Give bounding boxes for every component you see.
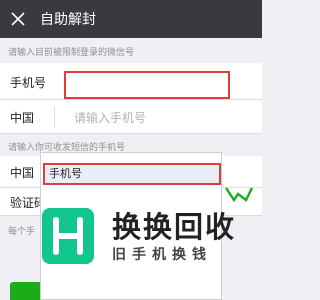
phone-row: 中国 请输入手机号 [0, 100, 262, 134]
page-title: 自助解封 [40, 12, 96, 28]
watermark-brand: 换换回收 [112, 210, 237, 244]
brand-logo-icon [42, 208, 94, 264]
submit-button[interactable] [10, 282, 40, 300]
sms-country-selector[interactable]: 中国 [10, 164, 34, 181]
side-badge-icon [224, 186, 254, 205]
close-icon [11, 12, 25, 26]
account-input[interactable] [64, 71, 230, 99]
sms-note: 每个手 [8, 227, 36, 237]
phone-input[interactable]: 请输入手机号 [74, 109, 146, 126]
account-label: 手机号 [10, 76, 47, 90]
section1-hint: 请输入目前被限制登录的微信号 [8, 48, 135, 58]
popup-field[interactable]: 手机号 [43, 163, 221, 185]
country-selector[interactable]: 中国 [10, 109, 34, 126]
row-divider [54, 106, 55, 128]
top-bar: 自助解封 [0, 0, 262, 38]
close-button[interactable] [0, 0, 36, 38]
watermark-subtitle: 旧手机换钱 [112, 247, 212, 263]
